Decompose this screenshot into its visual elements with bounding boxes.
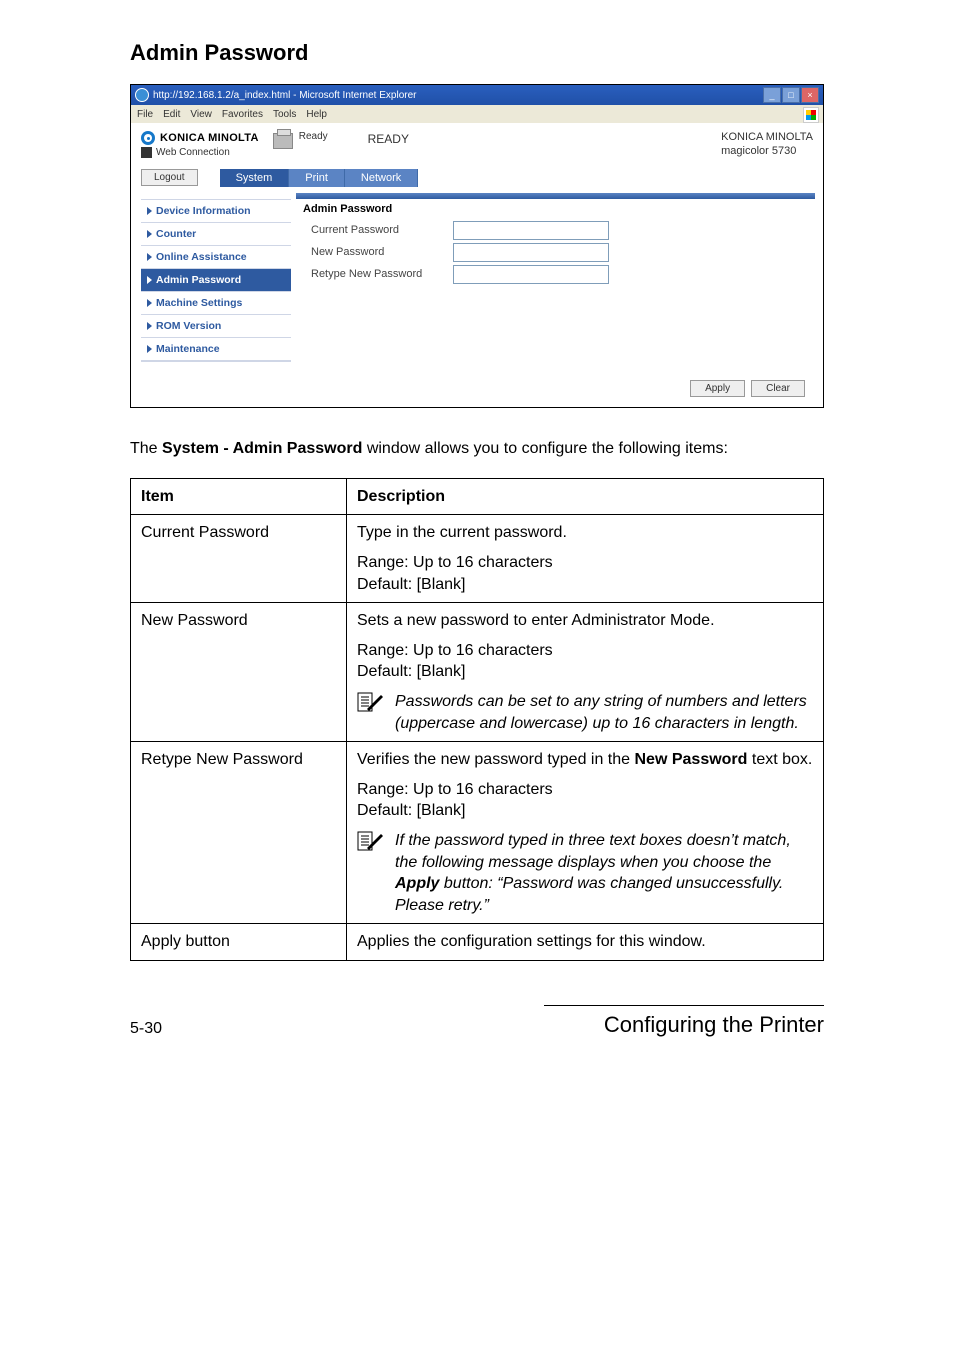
note-icon	[357, 830, 385, 852]
sidebar-item-device-information[interactable]: Device Information	[141, 200, 291, 223]
caret-icon	[147, 276, 152, 284]
caret-icon	[147, 322, 152, 330]
cell-new-desc: Sets a new password to enter Administrat…	[347, 603, 824, 742]
device-model: magicolor 5730	[721, 145, 813, 159]
window-minimize-button[interactable]: _	[763, 87, 781, 103]
tab-system[interactable]: System	[220, 169, 290, 187]
retype-password-input[interactable]	[453, 265, 609, 284]
brand-text: KONICA MINOLTA	[160, 132, 259, 144]
cell-apply-desc: Applies the configuration settings for t…	[347, 924, 824, 961]
table-row-retype: Retype New Password Verifies the new pas…	[131, 742, 824, 924]
caret-icon	[147, 299, 152, 307]
page-number: 5-30	[130, 1020, 162, 1038]
cell-retype-item: Retype New Password	[131, 742, 347, 924]
menu-view[interactable]: View	[190, 109, 212, 120]
label-retype-password: Retype New Password	[311, 268, 441, 280]
caret-icon	[147, 230, 152, 238]
status-small: Ready	[299, 131, 328, 142]
status-big: READY	[368, 132, 409, 146]
cell-current-desc: Type in the current password. Range: Up …	[347, 515, 824, 603]
form-title: Admin Password	[303, 203, 813, 215]
km-logo-icon	[141, 131, 155, 145]
footer-title: Configuring the Printer	[544, 1005, 824, 1038]
sidebar: Device Information Counter Online Assist…	[141, 199, 291, 362]
ie-globe-icon	[135, 88, 149, 102]
label-current-password: Current Password	[311, 224, 441, 236]
screenshot: http://192.168.1.2/a_index.html - Micros…	[130, 84, 824, 408]
menu-favorites[interactable]: Favorites	[222, 109, 263, 120]
cell-new-item: New Password	[131, 603, 347, 742]
sidebar-item-online-assistance[interactable]: Online Assistance	[141, 246, 291, 269]
pagescope-text: Web Connection	[156, 147, 230, 158]
printer-icon	[273, 133, 293, 149]
intro-text: The System - Admin Password window allow…	[130, 438, 824, 460]
apply-button[interactable]: Apply	[690, 380, 745, 397]
sidebar-item-machine-settings[interactable]: Machine Settings	[141, 292, 291, 315]
logout-button[interactable]: Logout	[141, 169, 198, 186]
new-password-input[interactable]	[453, 243, 609, 262]
caret-icon	[147, 207, 152, 215]
menu-file[interactable]: File	[137, 109, 153, 120]
window-close-button[interactable]: ×	[801, 87, 819, 103]
device-brand: KONICA MINOLTA	[721, 131, 813, 145]
section-heading: Admin Password	[130, 40, 824, 66]
description-table: Item Description Current Password Type i…	[130, 478, 824, 961]
table-row-current: Current Password Type in the current pas…	[131, 515, 824, 603]
window-maximize-button[interactable]: □	[782, 87, 800, 103]
tab-print[interactable]: Print	[289, 169, 345, 187]
tab-network[interactable]: Network	[345, 169, 418, 187]
clear-button[interactable]: Clear	[751, 380, 805, 397]
menu-help[interactable]: Help	[306, 109, 327, 120]
pagescope-icon	[141, 147, 152, 158]
table-row-new: New Password Sets a new password to ente…	[131, 603, 824, 742]
caret-icon	[147, 253, 152, 261]
cell-retype-desc: Verifies the new password typed in the N…	[347, 742, 824, 924]
ie-flag-icon	[803, 107, 819, 123]
cell-current-item: Current Password	[131, 515, 347, 603]
sidebar-item-maintenance[interactable]: Maintenance	[141, 338, 291, 361]
sidebar-item-counter[interactable]: Counter	[141, 223, 291, 246]
ie-title: http://192.168.1.2/a_index.html - Micros…	[153, 90, 416, 101]
sidebar-item-admin-password[interactable]: Admin Password	[141, 269, 291, 292]
menu-tools[interactable]: Tools	[273, 109, 296, 120]
page-footer: 5-30 Configuring the Printer	[130, 1005, 824, 1038]
cell-apply-item: Apply button	[131, 924, 347, 961]
menu-edit[interactable]: Edit	[163, 109, 180, 120]
th-item: Item	[131, 478, 347, 515]
label-new-password: New Password	[311, 246, 441, 258]
sidebar-item-rom-version[interactable]: ROM Version	[141, 315, 291, 338]
current-password-input[interactable]	[453, 221, 609, 240]
table-row-apply: Apply button Applies the configuration s…	[131, 924, 824, 961]
caret-icon	[147, 345, 152, 353]
th-description: Description	[347, 478, 824, 515]
note-icon	[357, 691, 385, 713]
ie-menubar: File Edit View Favorites Tools Help	[131, 105, 823, 123]
ie-titlebar: http://192.168.1.2/a_index.html - Micros…	[131, 85, 823, 105]
